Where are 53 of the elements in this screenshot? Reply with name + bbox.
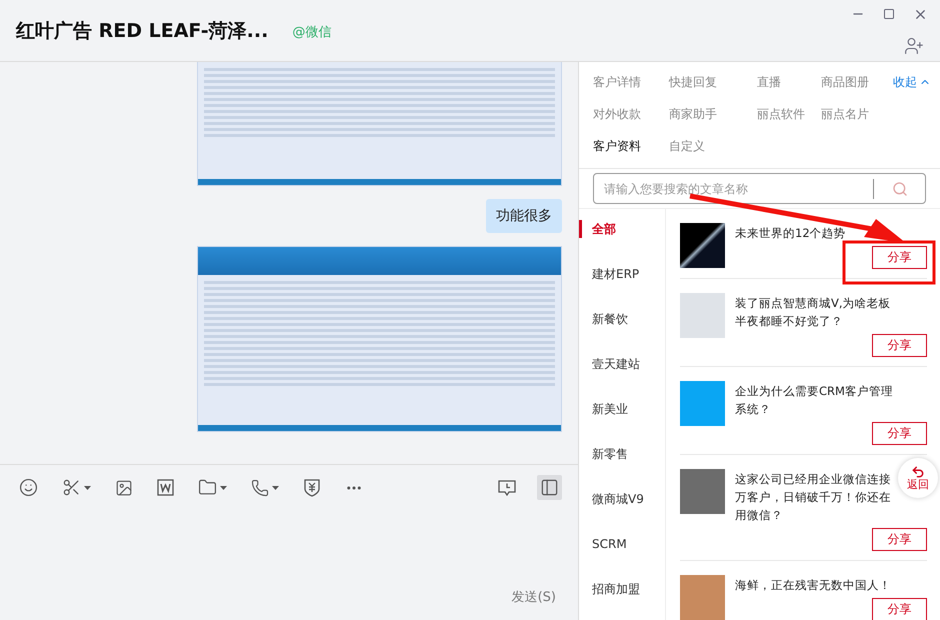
panel-tab[interactable]: 客户资料 — [593, 137, 669, 155]
article-title[interactable]: 企业为什么需要CRM客户管理系统？ — [735, 382, 897, 418]
category-item[interactable]: 壹天建站 — [579, 355, 665, 373]
article-title[interactable]: 装了丽点智慧商城V,为啥老板半夜都睡不好觉了？ — [735, 294, 897, 330]
category-item[interactable]: 微商城V9 — [579, 490, 665, 508]
photo-placeholder — [680, 381, 725, 426]
message-bubble: 功能很多 — [486, 199, 562, 233]
panel-tab[interactable]: 自定义 — [669, 137, 757, 155]
caret-icon — [220, 486, 227, 490]
share-button[interactable]: 分享 — [872, 422, 927, 445]
send-button[interactable]: 发送(S) — [512, 588, 556, 606]
panel-tab[interactable]: 直播 — [757, 73, 821, 91]
photo-placeholder — [680, 575, 725, 620]
category-item[interactable]: 招商加盟 — [579, 580, 665, 598]
maximize-icon[interactable] — [883, 8, 895, 20]
panel-tab[interactable]: 对外收款 — [593, 105, 669, 123]
category-item[interactable]: 新美业 — [579, 400, 665, 418]
share-button[interactable]: 分享 — [872, 598, 927, 620]
caret-icon — [84, 486, 91, 490]
panel-tab[interactable]: 商家助手 — [669, 105, 757, 123]
folder-icon — [198, 478, 217, 497]
category-item[interactable]: 建材ERP — [579, 265, 665, 283]
category-item[interactable]: 新餐饮 — [579, 310, 665, 328]
phone-icon — [251, 478, 269, 496]
panel-tab[interactable]: 客户详情 — [593, 73, 669, 91]
panel-tab[interactable]: 商品图册 — [821, 73, 893, 91]
photo-placeholder — [680, 293, 725, 338]
share-button[interactable]: 分享 — [872, 246, 927, 269]
photo-placeholder — [680, 223, 725, 268]
article-title[interactable]: 未来世界的12个趋势 — [735, 224, 897, 242]
panel-tab[interactable]: 丽点软件 — [757, 105, 821, 123]
screenshot-image[interactable] — [197, 246, 562, 432]
category-item[interactable]: 新零售 — [579, 445, 665, 463]
source-label: @微信 — [292, 24, 332, 40]
side-panel-button[interactable] — [537, 475, 562, 500]
scissors-icon — [62, 478, 81, 497]
article-title[interactable]: 海鲜，正在残害无数中国人！ — [735, 576, 897, 594]
share-button[interactable]: 分享 — [872, 334, 927, 357]
article-title[interactable]: 这家公司已经用企业微信连接万客户，日销破千万！你还在用微信？ — [735, 470, 897, 524]
panel-tab[interactable]: 丽点名片 — [821, 105, 893, 123]
screenshot-image[interactable] — [197, 62, 562, 186]
search-field[interactable]: 请输入您要搜索的文章名称 — [594, 176, 873, 200]
photo-placeholder — [680, 469, 725, 514]
caret-icon — [272, 486, 279, 490]
panel-tab[interactable]: 快捷回复 — [669, 73, 757, 91]
chat-title: 红叶广告 RED LEAF-菏泽... — [16, 18, 268, 44]
share-button[interactable]: 分享 — [872, 528, 927, 551]
search-box[interactable]: 请输入您要搜索的文章名称 — [593, 173, 926, 204]
category-item[interactable]: SCRM — [579, 535, 665, 553]
collapse-link[interactable]: 收起 — [893, 73, 940, 91]
category-item[interactable]: 全部 — [579, 220, 665, 238]
undo-icon — [911, 465, 925, 479]
add-member-icon[interactable] — [904, 36, 924, 56]
